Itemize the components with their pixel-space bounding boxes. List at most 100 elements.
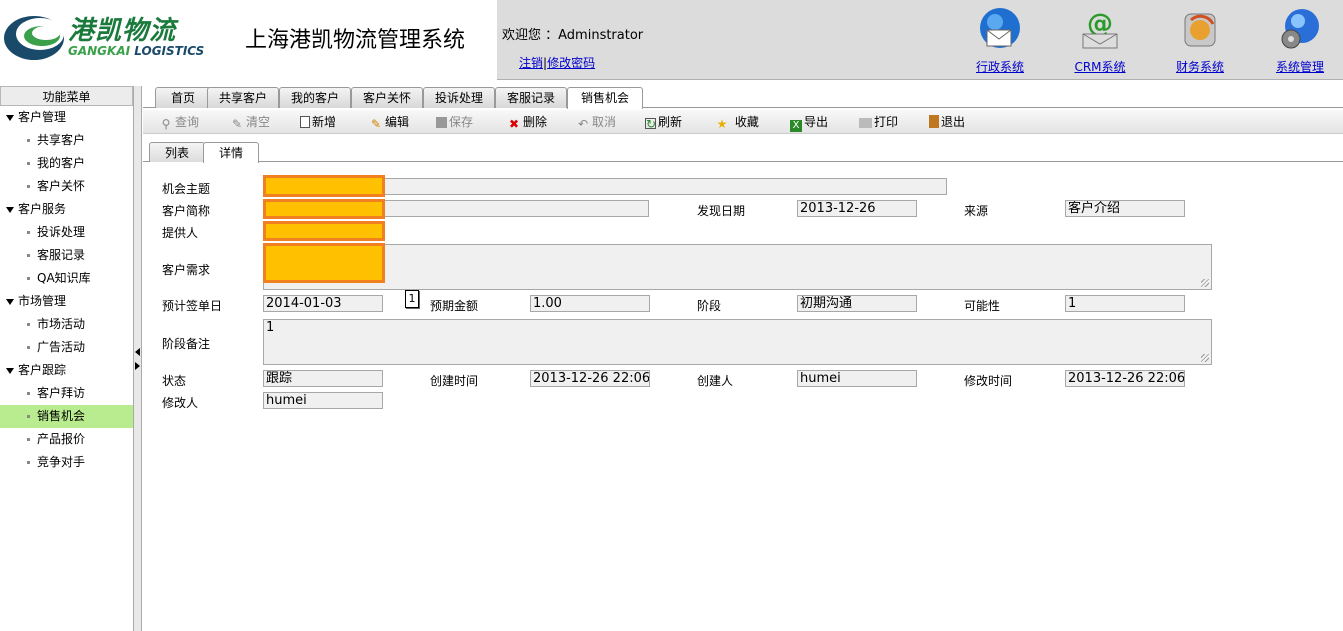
created-time-label: 创建时间 xyxy=(430,374,479,388)
menu-item-qa-knowledge[interactable]: QA知识库 xyxy=(0,267,133,290)
export-button[interactable]: X 导出 xyxy=(790,113,828,132)
excel-icon: X xyxy=(790,120,802,132)
menu-item-complaints[interactable]: 投诉处理 xyxy=(0,221,133,244)
pencil-icon: ✎ xyxy=(370,117,382,131)
finance-system-link[interactable]: 财务系统 xyxy=(1160,6,1240,75)
printer-icon xyxy=(859,118,872,128)
creator-field[interactable]: humei xyxy=(797,370,917,387)
tab-sales-opportunities[interactable]: 销售机会 xyxy=(567,87,643,109)
redacted-block xyxy=(263,199,385,219)
logo-area: 港凯物流 GANGKAI LOGISTICS 上海港凯物流管理系统 xyxy=(0,0,497,80)
logo-chinese-text: 港凯物流 xyxy=(68,16,177,46)
app-header: 港凯物流 GANGKAI LOGISTICS 上海港凯物流管理系统 欢迎您 ：A… xyxy=(0,0,1343,80)
menu-item-shared-customers[interactable]: 共享客户 xyxy=(0,129,133,152)
change-password-link[interactable]: 修改密码 xyxy=(547,56,595,70)
delete-button[interactable]: ✖ 删除 xyxy=(507,113,547,131)
edit-button[interactable]: ✎ 编辑 xyxy=(369,113,409,131)
sidebar-splitter[interactable] xyxy=(134,86,142,631)
source-field[interactable]: 客户介绍 xyxy=(1065,200,1185,217)
crm-system-link[interactable]: @ CRM系统 xyxy=(1060,6,1140,75)
found-date-field[interactable]: 2013-12-26 xyxy=(797,200,917,217)
function-menu: 功能菜单 客户管理 共享客户 我的客户 客户关怀 客户服务 投诉处理 客服记录 … xyxy=(0,86,134,631)
print-button[interactable]: 打印 xyxy=(859,113,898,131)
expand-triangle-icon xyxy=(6,206,14,213)
expand-triangle-icon xyxy=(6,367,14,374)
status-field[interactable]: 跟踪 xyxy=(263,370,383,387)
stage-field[interactable]: 初期沟通 xyxy=(797,295,917,312)
menu-item-my-customers[interactable]: 我的客户 xyxy=(0,152,133,175)
stage-note-label: 阶段备注 xyxy=(162,337,211,351)
menu-group-customer-service[interactable]: 客户服务 xyxy=(0,198,133,221)
provider-label: 提供人 xyxy=(162,226,199,240)
possibility-label: 可能性 xyxy=(964,299,1001,313)
magnifier-icon: ⚲ xyxy=(161,117,171,131)
amount-field[interactable]: 1.00 xyxy=(530,295,650,312)
menu-item-customer-care[interactable]: 客户关怀 xyxy=(0,175,133,198)
exit-button[interactable]: 退出 xyxy=(929,113,965,131)
tab-my-customers[interactable]: 我的客户 xyxy=(279,87,351,108)
status-label: 状态 xyxy=(162,374,187,388)
welcome-text: 欢迎您 ：Adminstrator xyxy=(502,28,644,43)
system-admin-link[interactable]: 系统管理 xyxy=(1260,6,1340,75)
refresh-icon: ↻ xyxy=(645,117,657,131)
star-icon: ★ xyxy=(716,117,728,131)
redacted-block xyxy=(263,221,385,241)
menu-item-competitors[interactable]: 竞争对手 xyxy=(0,451,133,474)
menu-item-customer-visits[interactable]: 客户拜访 xyxy=(0,382,133,405)
query-button[interactable]: ⚲ 查询 xyxy=(159,113,199,131)
tab-customer-care[interactable]: 客户关怀 xyxy=(351,87,423,108)
found-date-label: 发现日期 xyxy=(697,204,746,218)
menu-title: 功能菜单 xyxy=(0,86,133,106)
menu-group-customer-management[interactable]: 客户管理 xyxy=(0,106,133,129)
logo-english-text: GANGKAI LOGISTICS xyxy=(68,44,205,58)
menu-group-customer-tracking[interactable]: 客户跟踪 xyxy=(0,359,133,382)
new-document-icon xyxy=(300,116,310,128)
red-x-icon: ✖ xyxy=(508,117,520,131)
tab-shared-customers[interactable]: 共享客户 xyxy=(207,87,279,108)
tab-complaints[interactable]: 投诉处理 xyxy=(423,87,495,108)
tab-detail[interactable]: 详情 xyxy=(203,142,259,163)
possibility-field[interactable]: 1 xyxy=(1065,295,1185,312)
expand-arrow-icon[interactable] xyxy=(135,362,140,370)
main-content: 首页 共享客户 我的客户 客户关怀 投诉处理 客服记录 销售机会 ⚲ 查询 ✎ 清空… xyxy=(143,86,1343,631)
tab-service-records[interactable]: 客服记录 xyxy=(495,87,567,108)
collapse-arrow-icon[interactable] xyxy=(135,348,140,356)
tooltip: 1 xyxy=(405,290,419,308)
menu-group-market-management[interactable]: 市场管理 xyxy=(0,290,133,313)
favorite-button[interactable]: ★ 收藏 xyxy=(715,113,759,131)
expand-triangle-icon xyxy=(6,114,14,121)
add-button[interactable]: 新增 xyxy=(300,113,336,131)
cancel-button[interactable]: ↶ 取消 xyxy=(576,113,616,131)
tab-list[interactable]: 列表 xyxy=(149,142,205,162)
tab-home[interactable]: 首页 xyxy=(155,87,211,108)
stage-note-textarea[interactable]: 1 xyxy=(263,319,1212,365)
modified-time-field[interactable]: 2013-12-26 22:06 xyxy=(1065,370,1185,387)
stage-label: 阶段 xyxy=(697,299,722,313)
sign-date-label: 预计签单日 xyxy=(162,299,223,313)
admin-system-link[interactable]: 行政系统 xyxy=(960,6,1040,75)
page-tab-bar: 首页 共享客户 我的客户 客户关怀 投诉处理 客服记录 销售机会 xyxy=(143,86,1343,109)
created-time-field[interactable]: 2013-12-26 22:06 xyxy=(530,370,650,387)
system-title: 上海港凯物流管理系统 xyxy=(245,28,466,53)
need-textarea[interactable] xyxy=(263,244,1212,290)
menu-item-sales-opportunities[interactable]: 销售机会 xyxy=(0,405,133,428)
logout-link[interactable]: 注销 xyxy=(519,56,543,70)
save-button[interactable]: 保存 xyxy=(436,113,473,131)
resize-grip-icon[interactable] xyxy=(1201,279,1209,287)
menu-item-service-records[interactable]: 客服记录 xyxy=(0,244,133,267)
resize-grip-icon[interactable] xyxy=(1201,354,1209,362)
floppy-disk-icon xyxy=(436,117,447,128)
clear-button[interactable]: ✎ 清空 xyxy=(230,113,270,131)
refresh-button[interactable]: ↻ 刷新 xyxy=(645,113,682,131)
customer-label: 客户简称 xyxy=(162,204,211,218)
modifier-field[interactable]: humei xyxy=(263,392,383,409)
redacted-block xyxy=(263,175,385,197)
menu-item-ad-campaigns[interactable]: 广告活动 xyxy=(0,336,133,359)
amount-label: 预期金额 xyxy=(430,299,479,313)
action-toolbar: ⚲ 查询 ✎ 清空 新增 ✎ 编辑 保存 ✖ 删除 ↶ 取消 ↻ 刷新 ★ 收藏 X 导出 打… xyxy=(143,110,1343,134)
menu-item-market-activities[interactable]: 市场活动 xyxy=(0,313,133,336)
sign-date-field[interactable]: 2014-01-03 xyxy=(263,295,383,312)
menu-item-product-quotes[interactable]: 产品报价 xyxy=(0,428,133,451)
modifier-label: 修改人 xyxy=(162,396,199,410)
source-label: 来源 xyxy=(964,204,989,218)
